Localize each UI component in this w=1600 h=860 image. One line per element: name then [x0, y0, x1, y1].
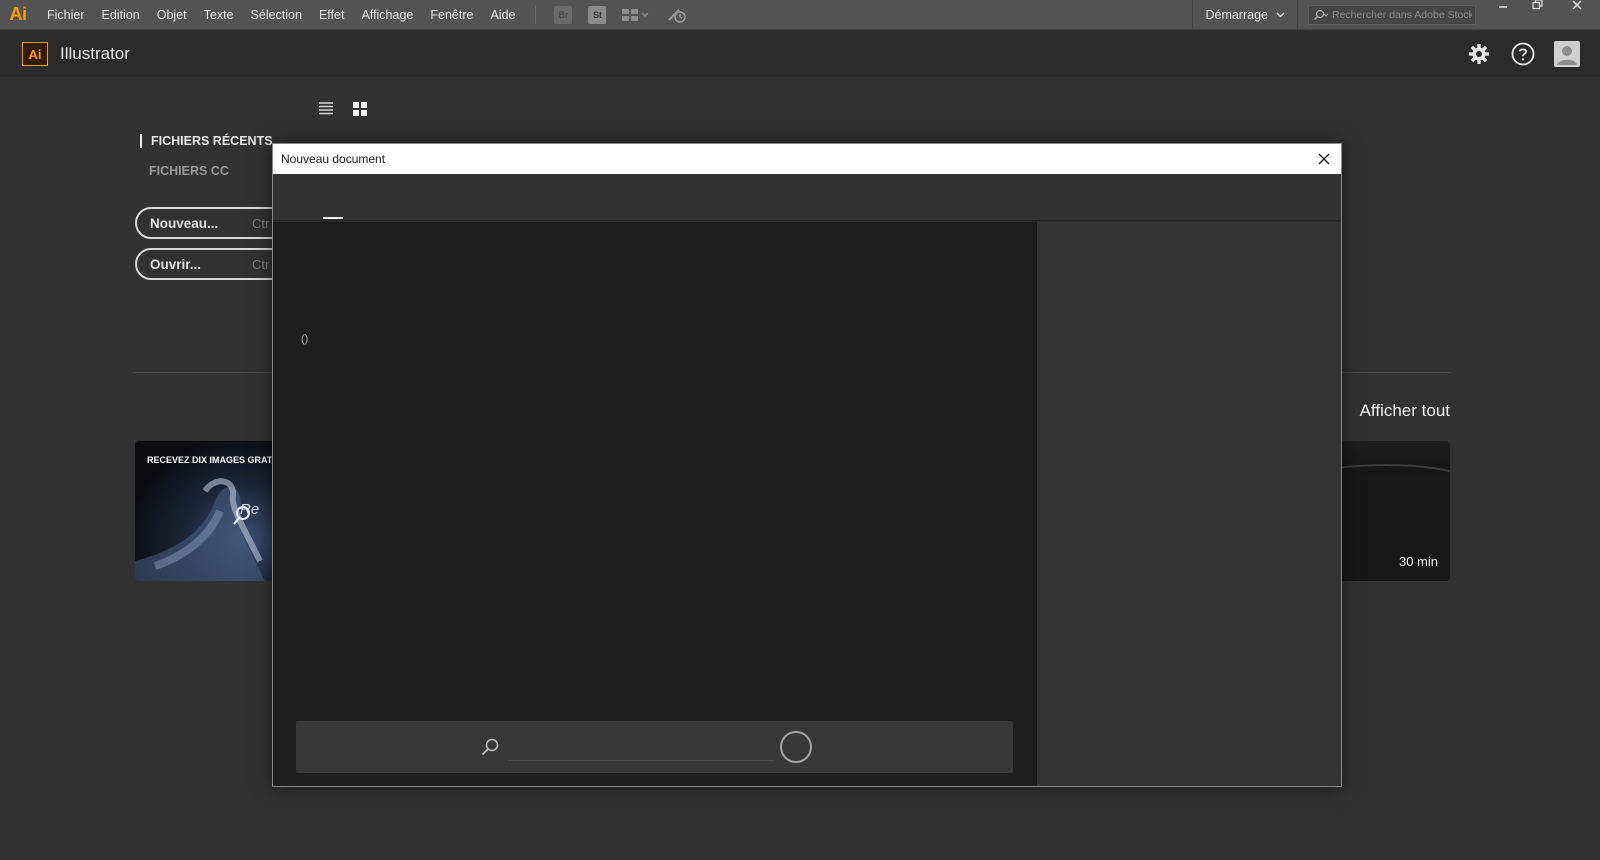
workspace-label: Démarrage — [1205, 7, 1268, 22]
promo-overlay-text: Re — [240, 501, 260, 518]
new-button-label: Nouveau... — [150, 215, 219, 231]
dialog-close-button[interactable] — [1315, 150, 1333, 168]
app-header: Ai Illustrator — [0, 31, 1600, 77]
close-window-button[interactable] — [1554, 0, 1600, 16]
grid-view-icon[interactable] — [352, 101, 368, 117]
app-menu-logo[interactable]: Ai — [0, 0, 36, 30]
nav-recent-files[interactable]: FICHIERS RÉCENTS — [140, 134, 273, 148]
stock-button[interactable]: St — [588, 5, 607, 24]
menu-affichage[interactable]: Affichage — [354, 0, 420, 30]
bridge-button[interactable]: Br — [554, 5, 573, 24]
open-button-label: Ouvrir... — [150, 256, 202, 272]
go-button[interactable] — [780, 731, 812, 763]
user-icon — [1554, 41, 1580, 67]
open-shortcut: Ctr — [252, 256, 270, 272]
template-search-bar — [296, 721, 1013, 773]
app-title: Illustrator — [60, 44, 130, 63]
search-icon — [1313, 9, 1329, 20]
stock-search-input[interactable] — [1332, 8, 1472, 21]
restore-icon — [1531, 0, 1543, 10]
menu-edition[interactable]: Edition — [95, 0, 147, 30]
menu-fenetre[interactable]: Fenêtre — [423, 0, 480, 30]
template-search-input[interactable] — [508, 733, 773, 761]
preset-list-label: () — [301, 333, 309, 345]
help-icon — [1511, 42, 1535, 66]
arrange-grid-icon — [622, 8, 639, 21]
restore-button[interactable] — [1520, 0, 1554, 16]
menu-fichier[interactable]: Fichier — [40, 0, 92, 30]
preset-details-pane — [1036, 222, 1341, 786]
minimize-button[interactable] — [1486, 0, 1520, 16]
menu-texte[interactable]: Texte — [197, 0, 241, 30]
show-all-link[interactable]: Afficher tout — [1360, 401, 1450, 421]
dialog-body: () — [273, 222, 1341, 786]
menu-effet[interactable]: Effet — [312, 0, 351, 30]
close-icon — [1318, 153, 1330, 165]
open-button[interactable]: Ouvrir... Ctr — [135, 248, 295, 280]
gpu-performance-icon[interactable] — [667, 6, 689, 24]
new-document-dialog: Nouveau document () — [272, 143, 1342, 787]
menu-objet[interactable]: Objet — [150, 0, 194, 30]
preset-pane: () — [273, 222, 1036, 786]
window-controls — [1486, 0, 1600, 30]
search-icon — [481, 738, 499, 756]
dialog-titlebar: Nouveau document — [273, 144, 1341, 174]
dialog-title: Nouveau document — [281, 152, 386, 166]
main-menu: Fichier Edition Objet Texte Sélection Ef… — [40, 0, 525, 30]
new-shortcut: Ctr — [252, 215, 270, 231]
settings-button[interactable] — [1466, 41, 1492, 67]
nav-cc-files[interactable]: FICHIERS CC — [140, 164, 273, 178]
chevron-down-icon — [1276, 12, 1285, 17]
list-view-icon[interactable] — [318, 101, 334, 115]
close-icon — [1572, 0, 1582, 10]
preset-category-tabs — [273, 174, 1341, 221]
account-button[interactable] — [1554, 41, 1580, 67]
help-button[interactable] — [1510, 41, 1536, 67]
stock-promo-card[interactable]: RECEVEZ DIX IMAGES GRATU Re — [135, 441, 295, 581]
menu-selection[interactable]: Sélection — [244, 0, 309, 30]
promo-caption: RECEVEZ DIX IMAGES GRATU — [147, 455, 279, 465]
menu-aide[interactable]: Aide — [483, 0, 522, 30]
chevron-down-icon — [642, 12, 649, 17]
arrange-documents-button[interactable] — [622, 8, 649, 21]
menu-separator — [535, 5, 537, 24]
view-toggle — [318, 101, 368, 117]
minimize-icon — [1499, 5, 1507, 8]
tutorial-duration: 30 min — [1398, 554, 1438, 569]
header-icons — [1466, 41, 1580, 67]
active-tab-indicator[interactable] — [323, 217, 343, 219]
workspace-switcher[interactable]: Démarrage — [1192, 0, 1298, 30]
menubar-right: Démarrage — [1192, 0, 1600, 30]
new-button[interactable]: Nouveau... Ctr — [135, 207, 295, 239]
start-nav: FICHIERS RÉCENTS FICHIERS CC — [140, 134, 273, 194]
illustrator-logo: Ai — [22, 42, 48, 66]
menu-bar: Ai Fichier Edition Objet Texte Sélection… — [0, 0, 1600, 30]
stock-search[interactable] — [1308, 4, 1476, 25]
gear-icon — [1469, 44, 1489, 64]
